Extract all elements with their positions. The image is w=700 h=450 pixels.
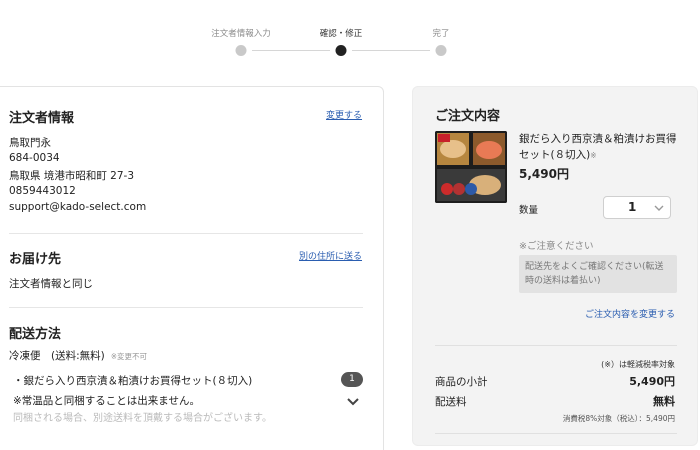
shipping-warning-cut: 同梱される場合、別途送料を頂戴する場合がございます。 xyxy=(13,413,272,424)
section-divider xyxy=(9,233,363,234)
change-order-link[interactable]: ご注文内容を変更する xyxy=(585,307,675,320)
orderer-name: 鳥取門永 xyxy=(9,137,51,149)
product-image xyxy=(435,131,507,203)
orderer-email: support@kado-select.com xyxy=(9,201,147,213)
send-other-address-link[interactable]: 別の住所に送る xyxy=(299,249,362,262)
product-name-text: 銀だら入り西京漬＆粕漬けお買得セット(８切入) xyxy=(519,133,677,161)
summary-divider xyxy=(435,345,677,346)
orderer-info-title: 注文者情報 xyxy=(9,111,75,126)
step-label-confirm: 確認・修正 xyxy=(319,29,363,39)
quantity-select[interactable]: 1 xyxy=(603,196,671,219)
quantity-value: 1 xyxy=(628,200,637,214)
summary-bottom-divider xyxy=(435,433,677,434)
shipping-method-title: 配送方法 xyxy=(9,327,62,342)
chevron-down-icon[interactable] xyxy=(346,397,360,407)
shipping-item: ・銀だら入り西京漬＆粕漬けお買得セット(８切入) xyxy=(13,375,253,387)
progress-stepper: 注文者情報入力 確認・修正 完了 xyxy=(0,0,700,70)
step-dot-confirm xyxy=(335,45,347,56)
notice-box: 配送先をよくご確認ください(転送時の送料は着払い) xyxy=(519,255,677,293)
step-dot-input xyxy=(235,45,247,56)
shipping-fee-value: 無料 xyxy=(653,395,675,408)
order-summary-title: ご注文内容 xyxy=(435,109,501,124)
item-count-badge: 1 xyxy=(341,372,363,387)
section-divider xyxy=(9,307,363,308)
shipping-fee-label: 配送料 xyxy=(435,396,467,408)
orderer-address: 鳥取県 境港市昭和町 27-3 xyxy=(9,170,135,182)
order-summary-card: ご注文内容 銀だら入り西京漬＆粕漬けお買得セット(８切入)※ 5,490円 数量… xyxy=(412,86,698,446)
delivery-dest-value: 注文者情報と同じ xyxy=(9,278,93,290)
step-dot-complete xyxy=(435,45,447,56)
order-details-card: 注文者情報 変更する 鳥取門永 684-0034 鳥取県 境港市昭和町 27-3… xyxy=(0,86,384,450)
step-connector xyxy=(252,50,330,51)
subtotal-label: 商品の小計 xyxy=(435,376,488,388)
product-name: 銀だら入り西京漬＆粕漬けお買得セット(８切入)※ xyxy=(519,131,679,164)
shipping-method-row: 冷凍便 (送料:無料) ※変更不可 xyxy=(9,348,147,363)
step-label-input: 注文者情報入力 xyxy=(211,29,271,39)
notice-title: ※ご注意ください xyxy=(519,241,594,252)
quantity-label: 数量 xyxy=(519,205,539,216)
orderer-postal: 684-0034 xyxy=(9,152,60,164)
shipping-change-note: ※変更不可 xyxy=(110,352,148,361)
reduced-tax-mark: ※ xyxy=(590,151,597,160)
shipping-method-value: 冷凍便 (送料:無料) xyxy=(9,350,105,362)
delivery-dest-title: お届け先 xyxy=(9,252,62,267)
orderer-phone: 0859443012 xyxy=(9,185,76,197)
subtotal-value: 5,490円 xyxy=(629,375,675,388)
shipping-warning: ※常温品と同梱することは出来ません。 xyxy=(13,395,200,407)
reduced-tax-note: (※）は軽減税率対象 xyxy=(601,360,675,369)
step-connector xyxy=(352,50,430,51)
product-price: 5,490円 xyxy=(519,167,569,181)
step-label-complete: 完了 xyxy=(432,29,450,39)
change-orderer-link[interactable]: 変更する xyxy=(326,108,362,121)
chevron-down-icon xyxy=(654,205,664,211)
tax-detail: 消費税8%対象（税込）：5,490円 xyxy=(562,414,675,423)
